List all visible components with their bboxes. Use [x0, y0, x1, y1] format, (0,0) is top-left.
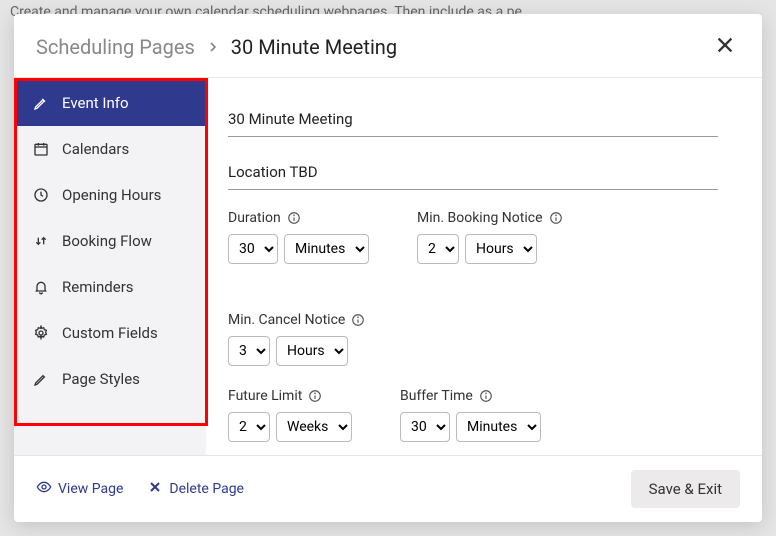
brush-icon — [32, 370, 50, 388]
future-limit-unit-select[interactable]: Weeks — [276, 412, 352, 442]
info-icon[interactable] — [549, 211, 563, 225]
info-icon[interactable] — [479, 389, 493, 403]
sidebar-item-label: Event Info — [62, 94, 129, 112]
modal-body: Event Info Calendars Opening Hours Booki… — [14, 78, 762, 455]
sidebar-item-label: Opening Hours — [62, 186, 161, 204]
event-title-input[interactable] — [228, 104, 718, 137]
calendar-icon — [32, 140, 50, 158]
close-button[interactable] — [710, 30, 740, 63]
info-icon[interactable] — [287, 211, 301, 225]
close-icon — [714, 34, 736, 59]
modal-footer: View Page Delete Page Save & Exit — [14, 455, 762, 522]
min-booking-value-select[interactable]: 2 — [417, 234, 459, 264]
chevron-right-icon — [205, 39, 221, 55]
sidebar-item-opening-hours[interactable]: Opening Hours — [14, 172, 206, 218]
label-min-booking: Min. Booking Notice — [417, 210, 543, 226]
sidebar-item-label: Booking Flow — [62, 232, 152, 250]
breadcrumb-current: 30 Minute Meeting — [231, 35, 397, 59]
label-min-cancel: Min. Cancel Notice — [228, 312, 345, 328]
label-duration: Duration — [228, 210, 281, 226]
duration-value-select[interactable]: 30 — [228, 234, 278, 264]
duration-unit-select[interactable]: Minutes — [284, 234, 369, 264]
min-cancel-unit-select[interactable]: Hours — [276, 336, 348, 366]
sidebar-item-label: Custom Fields — [62, 324, 158, 342]
modal-header: Scheduling Pages 30 Minute Meeting — [14, 14, 762, 78]
save-exit-button[interactable]: Save & Exit — [631, 470, 740, 508]
view-page-button[interactable]: View Page — [36, 479, 123, 499]
sidebar-item-calendars[interactable]: Calendars — [14, 126, 206, 172]
sidebar: Event Info Calendars Opening Hours Booki… — [14, 78, 206, 455]
field-future-limit: Future Limit 2 Weeks — [228, 388, 352, 442]
sidebar-item-label: Calendars — [62, 140, 129, 158]
field-min-booking: Min. Booking Notice 2 Hours — [417, 210, 563, 264]
x-icon — [147, 479, 163, 499]
min-booking-unit-select[interactable]: Hours — [465, 234, 537, 264]
sidebar-item-custom-fields[interactable]: Custom Fields — [14, 310, 206, 356]
label-buffer-time: Buffer Time — [400, 388, 473, 404]
event-location-input[interactable] — [228, 157, 718, 190]
bell-icon — [32, 278, 50, 296]
content-panel: Duration 30 Minutes Min. Booking Notice … — [206, 78, 762, 455]
field-duration: Duration 30 Minutes — [228, 210, 369, 264]
field-min-cancel: Min. Cancel Notice 3 Hours — [228, 312, 365, 366]
future-limit-value-select[interactable]: 2 — [228, 412, 270, 442]
sidebar-item-event-info[interactable]: Event Info — [14, 80, 206, 126]
sidebar-item-page-styles[interactable]: Page Styles — [14, 356, 206, 402]
sidebar-item-label: Page Styles — [62, 370, 140, 388]
sidebar-item-reminders[interactable]: Reminders — [14, 264, 206, 310]
breadcrumb-root[interactable]: Scheduling Pages — [36, 35, 195, 59]
sidebar-item-booking-flow[interactable]: Booking Flow — [14, 218, 206, 264]
buffer-value-select[interactable]: 30 — [400, 412, 450, 442]
delete-page-button[interactable]: Delete Page — [147, 479, 244, 499]
pencil-icon — [32, 94, 50, 112]
scheduling-modal: Scheduling Pages 30 Minute Meeting Event… — [14, 14, 762, 522]
flow-icon — [32, 232, 50, 250]
buffer-unit-select[interactable]: Minutes — [456, 412, 541, 442]
sidebar-item-label: Reminders — [62, 278, 134, 296]
delete-page-label: Delete Page — [169, 481, 244, 497]
gear-icon — [32, 324, 50, 342]
info-icon[interactable] — [308, 389, 322, 403]
view-page-label: View Page — [58, 481, 123, 497]
field-buffer-time: Buffer Time 30 Minutes — [400, 388, 541, 442]
info-icon[interactable] — [351, 313, 365, 327]
min-cancel-value-select[interactable]: 3 — [228, 336, 270, 366]
eye-icon — [36, 479, 52, 499]
label-future-limit: Future Limit — [228, 388, 302, 404]
clock-icon — [32, 186, 50, 204]
